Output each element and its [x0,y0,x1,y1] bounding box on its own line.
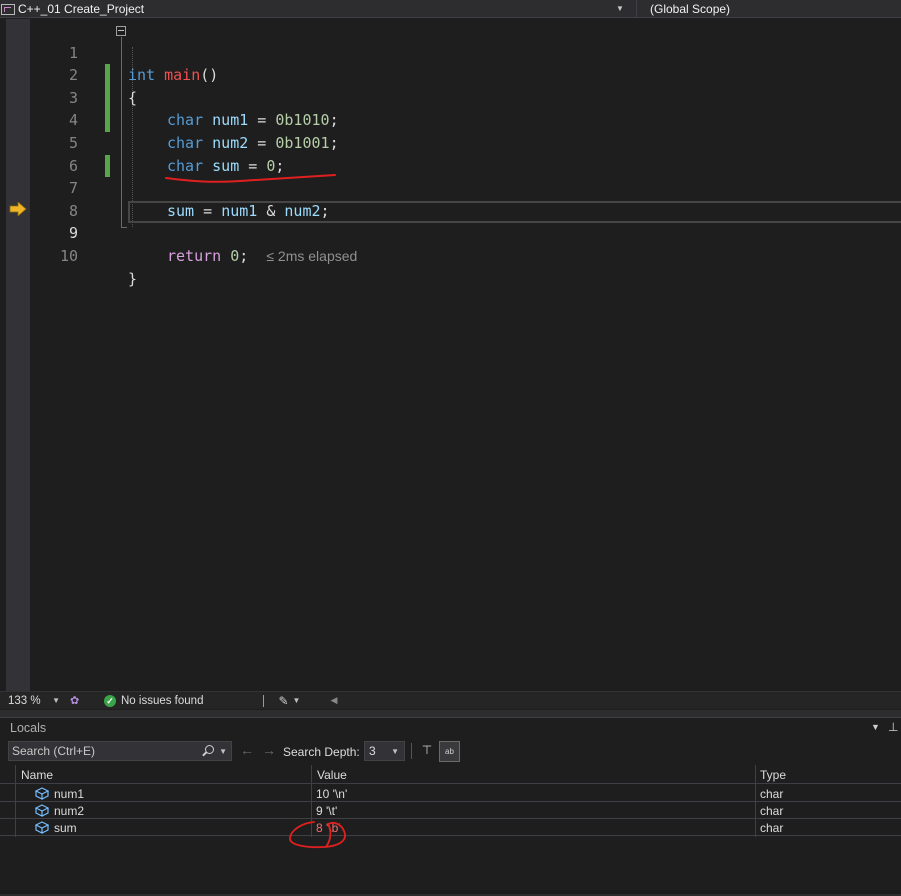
column-header-name[interactable]: Name [21,768,53,782]
brush-icon[interactable]: ✎ [278,694,288,708]
editor-status-bar: 133 % ▼ ✿ ✓ No issues found ✎ ▼ ◀ [0,691,901,709]
arrow-left-icon[interactable]: ← [240,742,254,758]
code-line-current: 9 return 0; ≤ 2ms elapsed [30,200,901,265]
execution-pointer-icon [9,202,27,216]
zoom-level: 133 % [8,694,41,707]
code-line: 2 { [30,42,901,107]
variable-icon [35,821,49,834]
panel-splitter[interactable] [0,710,901,717]
variable-type: char [760,787,784,801]
search-depth-value: 3 [369,744,376,758]
glyph-margin[interactable] [6,19,30,691]
check-icon: ✓ [104,694,116,707]
chevron-down-icon[interactable]: ▼ [614,4,626,14]
number-literal: 0 [230,246,240,265]
keyword: return [167,246,222,265]
project-dropdown[interactable]: C++_01 Create_Project [0,0,628,18]
chevron-down-icon[interactable]: ▼ [293,696,301,705]
search-icon[interactable] [201,744,215,758]
project-name: C++_01 Create_Project [18,2,145,16]
ai-icon[interactable]: ✿ [70,694,84,708]
variable-icon [35,787,49,800]
search-depth-label: Search Depth: [283,745,360,759]
code-line: 4 char num2 = 0b1001; [30,87,901,152]
variable-value[interactable]: 9 '\t' [316,804,337,818]
code-line: 8 [30,177,901,220]
variable-value[interactable]: 10 '\n' [316,787,347,801]
pin-icon[interactable]: ⊥ [888,720,898,734]
divider [263,694,265,707]
table-row[interactable]: num2 9 '\t' char [0,802,901,819]
brace: } [128,269,138,288]
variable-name: sum [54,821,77,835]
arrow-right-icon[interactable]: → [262,742,276,758]
grid-header: Name Value Type [0,765,901,784]
code-line: 5 char sum = 0; [30,109,901,175]
code-line: 6 [30,132,901,175]
table-row[interactable]: num1 10 '\n' char [0,785,901,802]
line-number: 10 [59,246,78,265]
variable-icon [35,804,49,817]
divider [411,743,412,759]
code-line: 3 char num1 = 0b1010; [30,64,901,130]
code-line: 10 } [30,222,901,288]
variable-value-changed[interactable]: 8 '\b' [316,821,341,835]
code-editor[interactable]: 1 int main() 2 { 3 char num1 = 0b1010; 4… [0,19,901,691]
navigation-bar: C++_01 Create_Project ▼ (Global Scope) [0,0,901,18]
issues-status[interactable]: No issues found [121,695,203,707]
variable-type: char [760,804,784,818]
pin-source-icon[interactable]: ⊤ [419,742,435,758]
column-header-type[interactable]: Type [760,768,786,782]
hex-display-icon[interactable]: ab [439,741,460,762]
code-line: 7 sum = num1 & num2; [30,155,901,220]
locals-window: Locals ▼ ⊥ Search (Ctrl+E) ▼ ← → Search … [0,717,901,896]
search-input[interactable]: Search (Ctrl+E) ▼ [8,741,232,761]
chevron-down-icon: ▼ [52,696,60,705]
scope-dropdown[interactable]: (Global Scope) [650,0,730,18]
perf-tip[interactable]: ≤ 2ms elapsed [266,248,357,264]
window-options-icon[interactable]: ▼ [871,722,880,732]
code-line: 1 int main() [30,19,901,85]
divider [636,0,637,18]
panel-title: Locals [10,721,47,735]
zoom-dropdown[interactable]: 133 % ▼ [8,695,64,707]
variable-name: num1 [54,787,85,801]
variable-name: num2 [54,804,85,818]
search-depth-select[interactable]: 3 ▼ [364,741,405,761]
chevron-down-icon[interactable]: ▼ [219,747,227,756]
table-row[interactable]: sum 8 '\b' char [0,819,901,836]
project-icon [1,3,15,15]
chevron-down-icon: ▼ [391,746,399,756]
column-header-value[interactable]: Value [317,768,347,782]
scroll-left-icon[interactable]: ◀ [330,695,337,706]
variable-type: char [760,821,784,835]
semicolon: ; [239,246,249,265]
search-placeholder: Search (Ctrl+E) [12,744,96,758]
